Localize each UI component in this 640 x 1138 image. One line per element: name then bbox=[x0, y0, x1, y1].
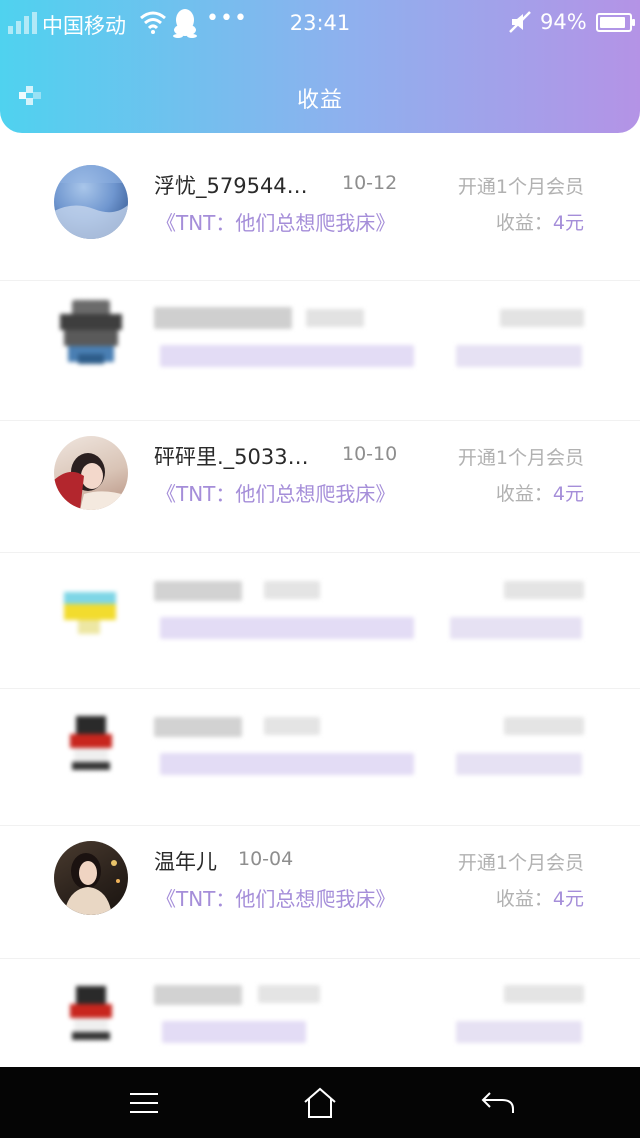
user-avatar[interactable] bbox=[54, 704, 128, 778]
earnings-value: 4元 bbox=[552, 888, 584, 910]
earning-row-redacted[interactable] bbox=[0, 688, 640, 808]
mute-icon bbox=[509, 11, 531, 33]
book-title-link[interactable]: 《TNT：他们总想爬我床》 bbox=[156, 207, 395, 236]
earning-row[interactable]: 温年儿 10-04 开通1个月会员 《TNT：他们总想爬我床》 收益：4元 bbox=[0, 825, 640, 945]
earnings-value: 4元 bbox=[552, 212, 584, 234]
earnings-amount: 收益：4元 bbox=[496, 208, 584, 235]
membership-action: 开通1个月会员 bbox=[457, 176, 584, 198]
app-header: 中国移动 ••• 23:41 94% 收益 bbox=[0, 0, 640, 133]
page-title: 收益 bbox=[296, 88, 343, 113]
user-name: 温年儿 bbox=[154, 850, 217, 874]
status-bar: 中国移动 ••• 23:41 94% bbox=[0, 0, 640, 48]
record-date: 10-12 bbox=[342, 172, 398, 194]
user-avatar[interactable] bbox=[54, 165, 128, 239]
earning-row-redacted[interactable] bbox=[0, 958, 640, 1078]
user-avatar[interactable] bbox=[54, 568, 128, 642]
earning-row[interactable]: 浮忧_579544… 10-12 开通1个月会员 《TNT：他们总想爬我床》 收… bbox=[0, 150, 640, 270]
earning-row-redacted[interactable] bbox=[0, 280, 640, 400]
menu-icon[interactable] bbox=[126, 1085, 162, 1121]
user-avatar[interactable] bbox=[54, 436, 128, 510]
earnings-label: 收益： bbox=[495, 212, 553, 234]
system-navbar bbox=[0, 1067, 640, 1138]
user-avatar[interactable] bbox=[54, 974, 128, 1048]
user-name: 浮忧_579544… bbox=[154, 174, 308, 198]
earnings-amount: 收益：4元 bbox=[496, 884, 584, 911]
home-icon[interactable] bbox=[302, 1085, 338, 1121]
book-title-link[interactable]: 《TNT：他们总想爬我床》 bbox=[156, 883, 395, 912]
earnings-value: 4元 bbox=[552, 483, 584, 505]
user-avatar[interactable] bbox=[54, 841, 128, 915]
record-date: 10-04 bbox=[238, 848, 294, 870]
membership-action: 开通1个月会员 bbox=[457, 447, 584, 469]
earning-row-redacted[interactable] bbox=[0, 552, 640, 672]
back-icon[interactable] bbox=[480, 1085, 516, 1121]
earnings-amount: 收益：4元 bbox=[496, 479, 584, 506]
user-avatar[interactable] bbox=[54, 296, 128, 370]
membership-action: 开通1个月会员 bbox=[457, 852, 584, 874]
record-date: 10-10 bbox=[342, 443, 398, 465]
earnings-label: 收益： bbox=[495, 888, 553, 910]
earning-row[interactable]: 砰砰里._5033… 10-10 开通1个月会员 《TNT：他们总想爬我床》 收… bbox=[0, 420, 640, 540]
user-name: 砰砰里._5033… bbox=[154, 445, 309, 469]
battery-percent: 94% bbox=[540, 10, 587, 34]
earnings-label: 收益： bbox=[495, 483, 553, 505]
battery-icon bbox=[596, 13, 635, 32]
book-title-link[interactable]: 《TNT：他们总想爬我床》 bbox=[156, 478, 395, 507]
